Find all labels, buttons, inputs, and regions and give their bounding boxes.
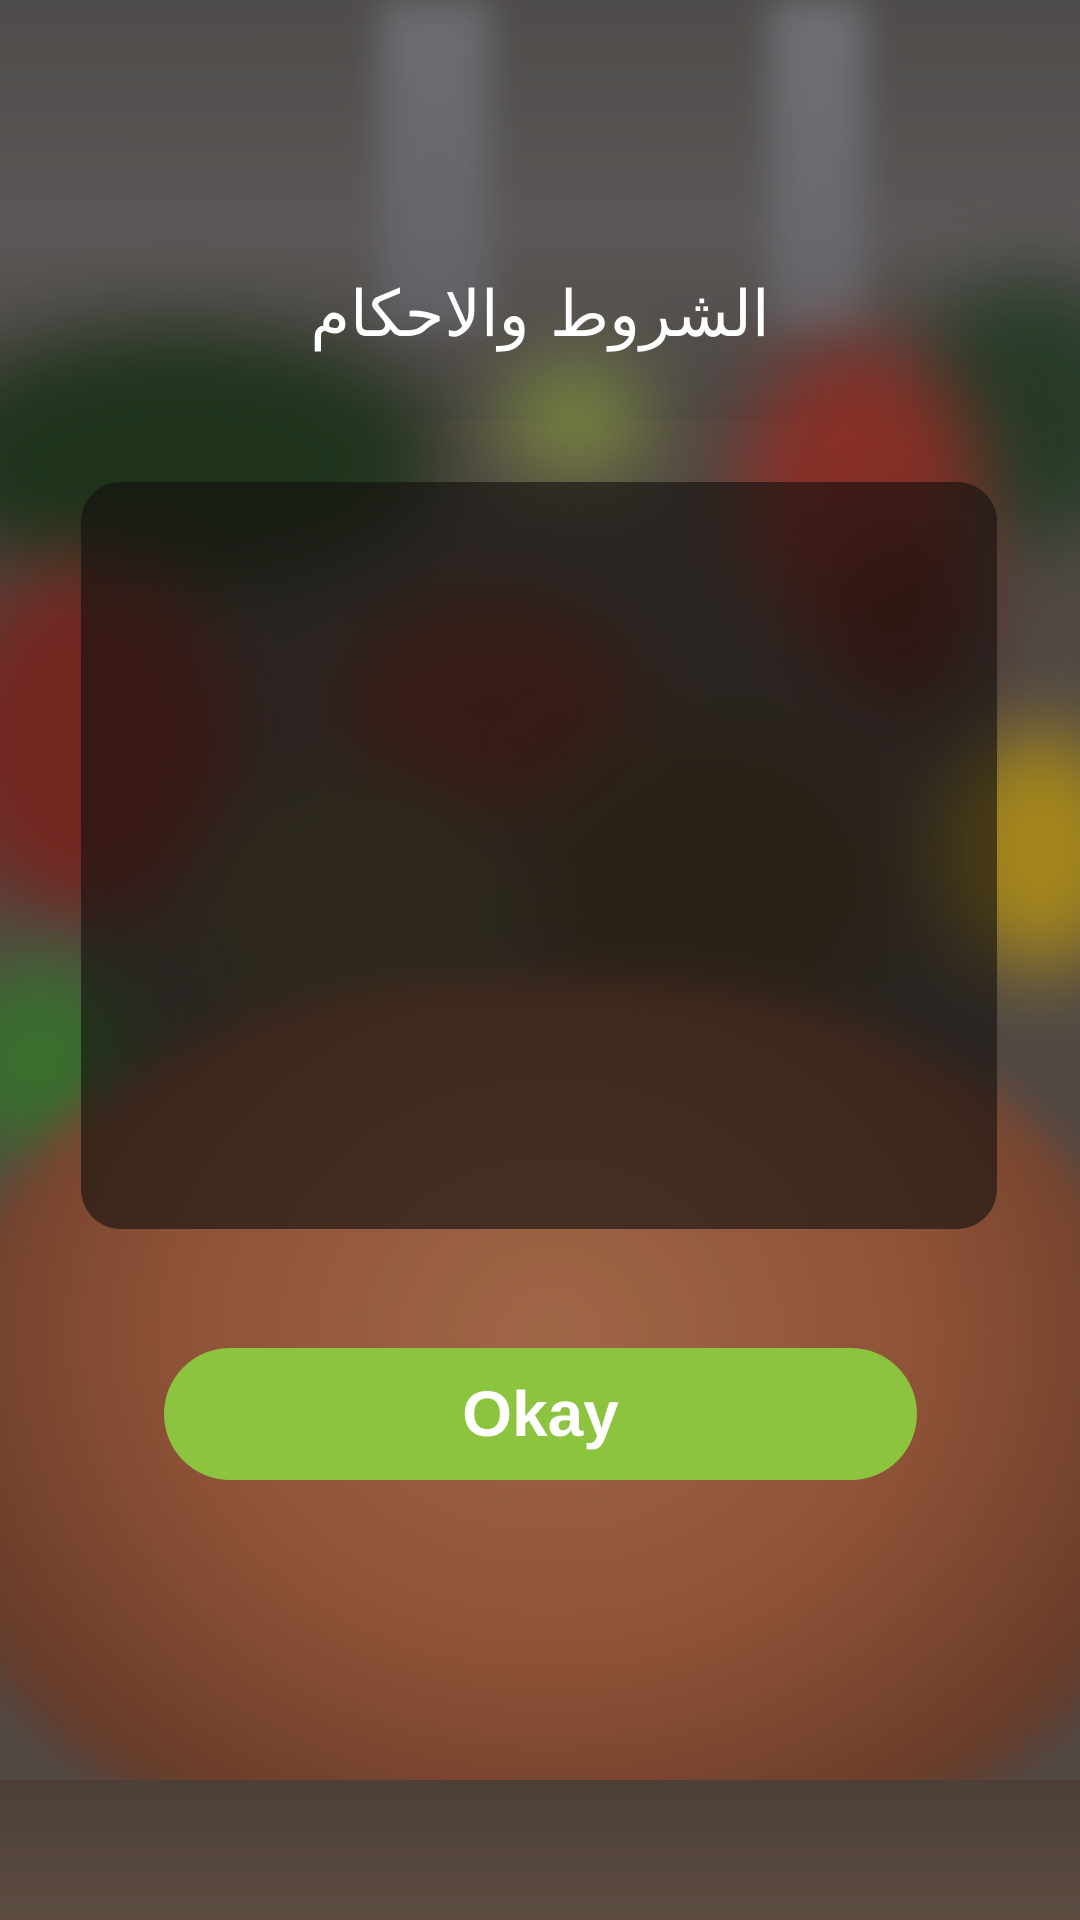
page-title: الشروط والاحكام <box>310 278 770 352</box>
okay-button[interactable]: Okay <box>164 1348 917 1480</box>
terms-panel[interactable] <box>81 482 997 1229</box>
terms-text <box>111 512 967 1199</box>
terms-screen: الشروط والاحكام Okay <box>0 0 1080 1920</box>
